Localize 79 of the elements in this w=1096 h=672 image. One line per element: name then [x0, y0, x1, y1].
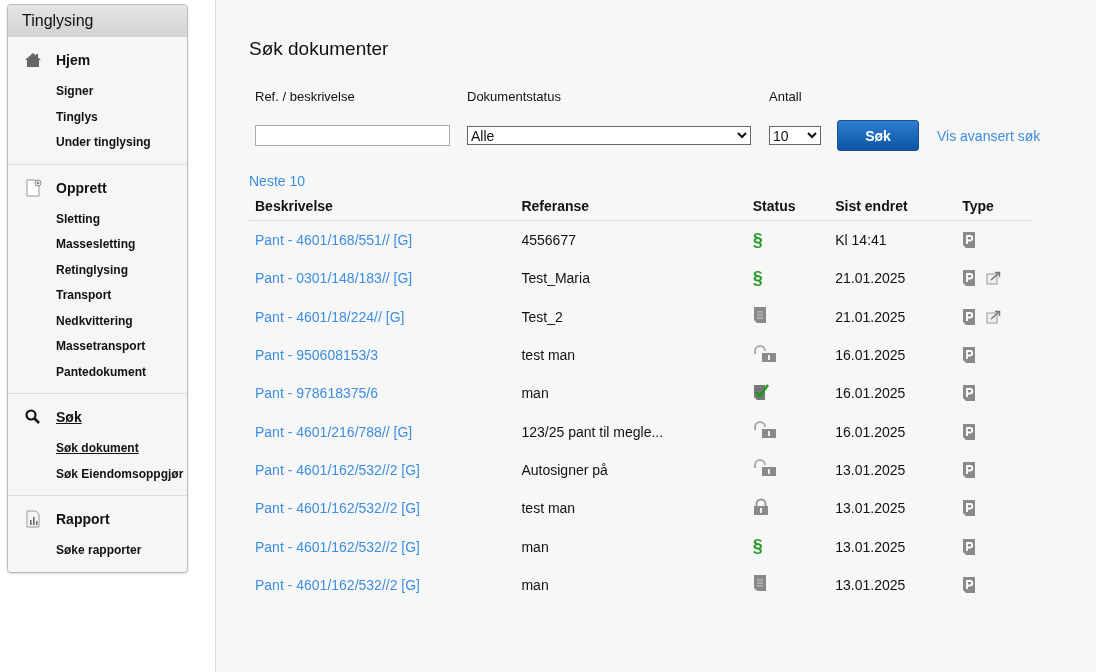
sidebar-item[interactable]: Retinglysing [56, 257, 187, 283]
search-icon [24, 408, 42, 426]
column-header: Status [746, 195, 830, 221]
section-link[interactable]: Opprett [56, 179, 107, 196]
sidebar-item[interactable]: Søke rapporter [56, 538, 187, 564]
sidebar-item[interactable]: Transport [56, 283, 187, 309]
reference-text: man [521, 538, 549, 555]
p-document-icon [962, 231, 977, 250]
date-text: 13.01.2025 [835, 538, 906, 555]
sidebar-item[interactable]: Massesletting [56, 232, 187, 258]
p-document-icon [962, 422, 977, 441]
status-dropdown[interactable]: Alle [467, 126, 751, 145]
reference-text: Test_Maria [521, 270, 590, 287]
unlocked-padlock-icon [752, 421, 777, 440]
date-text: 21.01.2025 [835, 308, 906, 325]
sidebar-item[interactable]: Nedkvittering [56, 308, 187, 334]
reference-text: Test_2 [521, 308, 563, 325]
date-text: 13.01.2025 [835, 576, 906, 593]
document-icon [752, 574, 767, 593]
unlocked-padlock-icon [752, 344, 777, 363]
date-text: 16.01.2025 [835, 347, 906, 364]
reference-text: Autosigner på [521, 461, 608, 478]
p-document-icon [962, 269, 977, 288]
page-title: Søk dokumenter [249, 38, 389, 60]
reference-text: test man [521, 500, 576, 517]
reference-text: test man [521, 347, 576, 364]
p-document-icon [962, 384, 977, 403]
dropdown-caret-icon [737, 132, 747, 139]
reference-text: man [521, 385, 549, 402]
column-header: Referanse [515, 195, 747, 221]
sidebar-item[interactable]: Massetransport [56, 334, 187, 360]
dropdown-caret-icon [807, 132, 817, 139]
external-link-icon[interactable] [986, 271, 1002, 286]
date-text: 21.01.2025 [835, 270, 906, 287]
sidebar-item[interactable]: Sletting [56, 206, 187, 232]
sidebar-item[interactable]: Pantedokument [56, 359, 187, 385]
p-document-icon [962, 307, 977, 326]
date-text: 16.01.2025 [835, 385, 906, 402]
column-header: Beskrivelse [249, 195, 516, 221]
external-link-icon[interactable] [986, 309, 1002, 324]
field-label: Ref. / beskrivelse [254, 89, 355, 104]
date-text: Kl 14:41 [835, 232, 887, 249]
sidebar-title: Tinglysing [8, 5, 187, 37]
sidebar-item[interactable]: Søk Eiendomsoppgjør [56, 461, 187, 487]
count-dropdown[interactable]: 10 [769, 126, 821, 145]
sidebar-item[interactable]: Signer [56, 79, 187, 105]
p-document-icon [962, 460, 977, 479]
reference-input-field[interactable] [255, 125, 450, 146]
paragraph-icon: § [752, 229, 763, 250]
section-link[interactable]: Søk [56, 409, 82, 425]
unlocked-padlock-icon [752, 459, 777, 478]
search-button[interactable]: Søk [837, 120, 919, 151]
reference-text: 4556677 [521, 232, 576, 249]
padlock-icon [752, 497, 769, 516]
p-document-icon [962, 499, 977, 518]
document-icon [752, 306, 767, 325]
sidebar-item[interactable]: Tinglys [56, 104, 187, 130]
date-text: 13.01.2025 [835, 461, 906, 478]
section-link[interactable]: Hjem [56, 52, 91, 68]
new-document-icon [24, 178, 42, 197]
paragraph-icon: § [752, 536, 763, 556]
paragraph-icon: § [752, 267, 763, 288]
p-document-icon [962, 537, 977, 556]
sidebar-item[interactable]: Søk dokument [56, 436, 187, 462]
column-header: Type [956, 195, 1033, 221]
column-header: Sist endret [829, 195, 957, 221]
sidebar-item[interactable]: Under tinglysing [56, 130, 187, 156]
checked-document-icon [752, 382, 769, 401]
reference-text: man [521, 576, 549, 593]
date-text: 13.01.2025 [835, 500, 906, 517]
house-icon [24, 51, 42, 69]
section-link[interactable]: Rapport [56, 511, 110, 527]
reference-text: 123/25 pant til megle... [521, 423, 664, 440]
field-label: Dokumentstatus [466, 89, 561, 104]
report-icon [24, 510, 42, 528]
p-document-icon [962, 346, 977, 365]
p-document-icon [962, 575, 977, 594]
field-label: Antall [768, 89, 802, 104]
date-text: 16.01.2025 [835, 423, 906, 440]
